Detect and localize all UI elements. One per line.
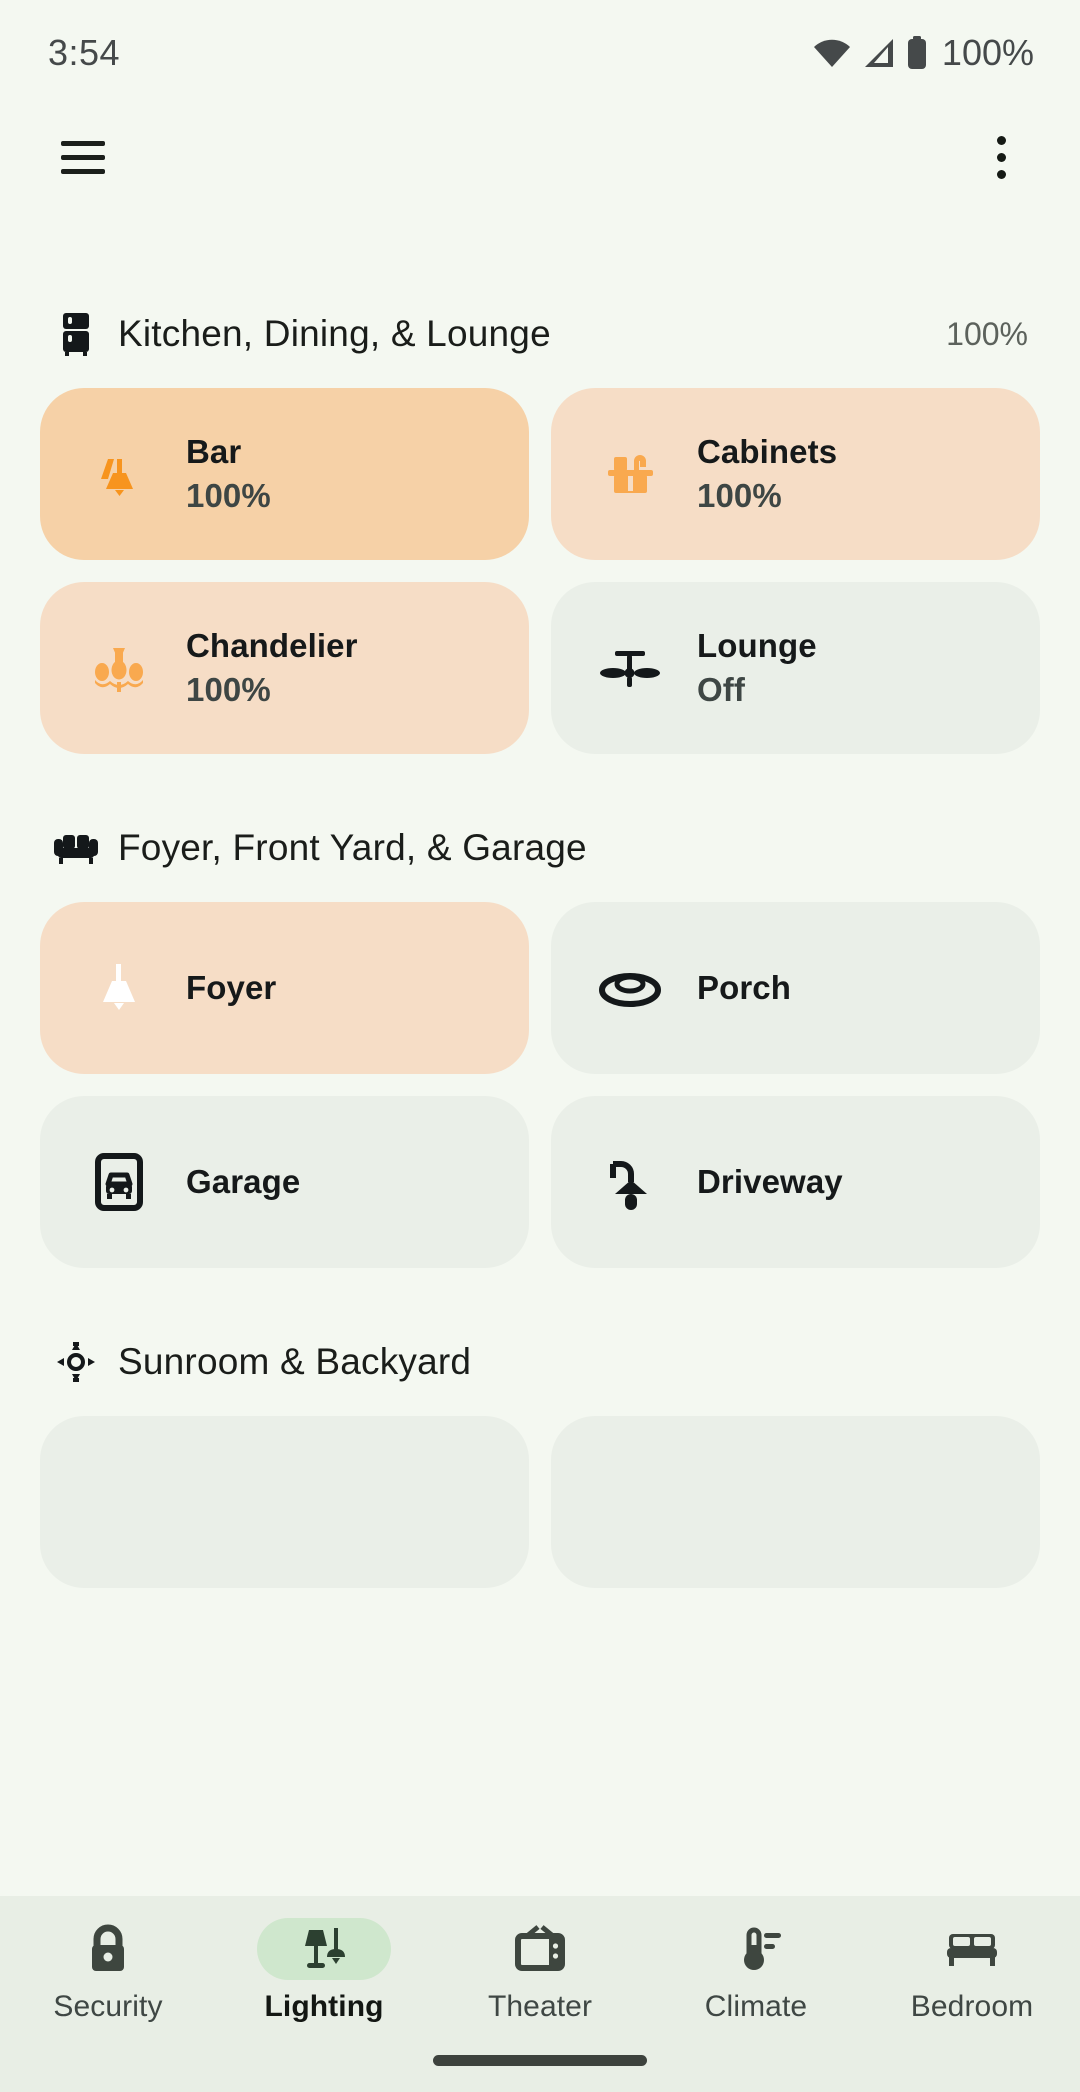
- tile-sunroom-partial-2[interactable]: [551, 1416, 1040, 1588]
- tv-icon: [513, 1923, 567, 1975]
- nav-label: Security: [53, 1990, 163, 2023]
- tile-state: 100%: [697, 477, 782, 514]
- tile-state: Off: [697, 671, 745, 708]
- section-kitchen-dining-lounge: Kitchen, Dining, & Lounge 100% Bar 100% …: [40, 306, 1040, 754]
- tile-name: Foyer: [186, 969, 277, 1006]
- cellular-signal-icon: [862, 37, 896, 69]
- tile-name: Driveway: [697, 1163, 843, 1200]
- more-options-button[interactable]: [966, 123, 1036, 193]
- thermometer-icon: [729, 1923, 783, 1975]
- menu-button[interactable]: [48, 123, 118, 193]
- tile-name: Cabinets: [697, 433, 838, 470]
- tile-grid: [40, 1416, 1040, 1588]
- app-bar: [0, 105, 1080, 210]
- kitchen-sink-icon: [597, 441, 663, 507]
- wall-lamp-icon: [86, 441, 152, 507]
- dome-light-icon: [597, 955, 663, 1021]
- tile-name: Lounge: [697, 627, 817, 664]
- section-header[interactable]: Foyer, Front Yard, & Garage: [40, 820, 1040, 876]
- section-header[interactable]: Kitchen, Dining, & Lounge 100%: [40, 306, 1040, 362]
- section-header[interactable]: Sunroom & Backyard: [40, 1334, 1040, 1390]
- tile-chandelier[interactable]: Chandelier 100%: [40, 582, 529, 754]
- nav-pill: [905, 1918, 1039, 1980]
- sofa-icon: [54, 826, 98, 870]
- section-title: Sunroom & Backyard: [118, 1341, 472, 1382]
- nav-item-theater[interactable]: Theater: [442, 1918, 638, 2024]
- tile-lounge[interactable]: Lounge Off: [551, 582, 1040, 754]
- tile-name: Porch: [697, 969, 792, 1006]
- status-indicators: 100%: [812, 32, 1034, 74]
- nav-pill: [257, 1918, 391, 1980]
- gesture-navigation-bar[interactable]: [433, 2055, 647, 2066]
- nav-item-lighting[interactable]: Lighting: [226, 1918, 422, 2024]
- nav-label: Theater: [487, 1990, 593, 2023]
- tile-cabinets[interactable]: Cabinets 100%: [551, 388, 1040, 560]
- more-options-icon: [996, 136, 1006, 179]
- battery-percent: 100%: [941, 31, 1034, 73]
- tile-name: Chandelier: [186, 627, 358, 664]
- wifi-icon: [812, 37, 852, 69]
- nav-item-bedroom[interactable]: Bedroom: [874, 1918, 1070, 2024]
- battery-icon: [906, 35, 928, 70]
- tile-garage[interactable]: Garage: [40, 1096, 529, 1268]
- pendant-lamp-icon: [86, 955, 152, 1021]
- nav-pill: [689, 1918, 823, 1980]
- nav-label: Lighting: [264, 1990, 384, 2023]
- tile-state: 100%: [186, 671, 271, 708]
- status-bar: 3:54 100%: [0, 0, 1080, 105]
- outdoor-lamp-icon: [597, 1149, 663, 1215]
- tile-grid: Foyer Porch Garage Driveway: [40, 902, 1040, 1268]
- tile-name: Bar: [186, 433, 242, 470]
- tile-grid: Bar 100% Cabinets 100% Chandelier 100% L…: [40, 388, 1040, 754]
- chandelier-icon: [86, 635, 152, 701]
- nav-item-climate[interactable]: Climate: [658, 1918, 854, 2024]
- lock-icon: [84, 1923, 132, 1975]
- tile-porch[interactable]: Porch: [551, 902, 1040, 1074]
- tile-bar[interactable]: Bar 100%: [40, 388, 529, 560]
- status-time: 3:54: [48, 31, 121, 73]
- sun-brightness-icon: [54, 1340, 98, 1384]
- refrigerator-icon: [54, 312, 98, 356]
- nav-pill: [41, 1918, 175, 1980]
- section-sunroom-backyard: Sunroom & Backyard: [40, 1334, 1040, 1588]
- tile-state: 100%: [186, 477, 271, 514]
- bed-icon: [943, 1925, 1001, 1973]
- ceiling-fan-icon: [597, 635, 663, 701]
- section-foyer-front-yard-garage: Foyer, Front Yard, & Garage Foyer Porch …: [40, 820, 1040, 1268]
- menu-icon: [61, 132, 105, 183]
- tile-foyer[interactable]: Foyer: [40, 902, 529, 1074]
- section-title: Kitchen, Dining, & Lounge: [118, 313, 551, 354]
- nav-label: Climate: [704, 1990, 808, 2023]
- app-screen: 3:54 100% Kitchen, Dining, & Lounge 100%…: [0, 0, 1080, 2092]
- tile-name: Garage: [186, 1163, 301, 1200]
- nav-pill: [473, 1918, 607, 1980]
- lighting-sections-scroll[interactable]: Kitchen, Dining, & Lounge 100% Bar 100% …: [0, 210, 1080, 1896]
- section-brightness: 100%: [946, 315, 1028, 352]
- lamp-icon: [297, 1923, 351, 1975]
- tile-sunroom-partial-1[interactable]: [40, 1416, 529, 1588]
- nav-item-security[interactable]: Security: [10, 1918, 206, 2024]
- garage-car-icon: [86, 1149, 152, 1215]
- nav-label: Bedroom: [910, 1990, 1034, 2023]
- tile-driveway[interactable]: Driveway: [551, 1096, 1040, 1268]
- section-title: Foyer, Front Yard, & Garage: [118, 827, 587, 868]
